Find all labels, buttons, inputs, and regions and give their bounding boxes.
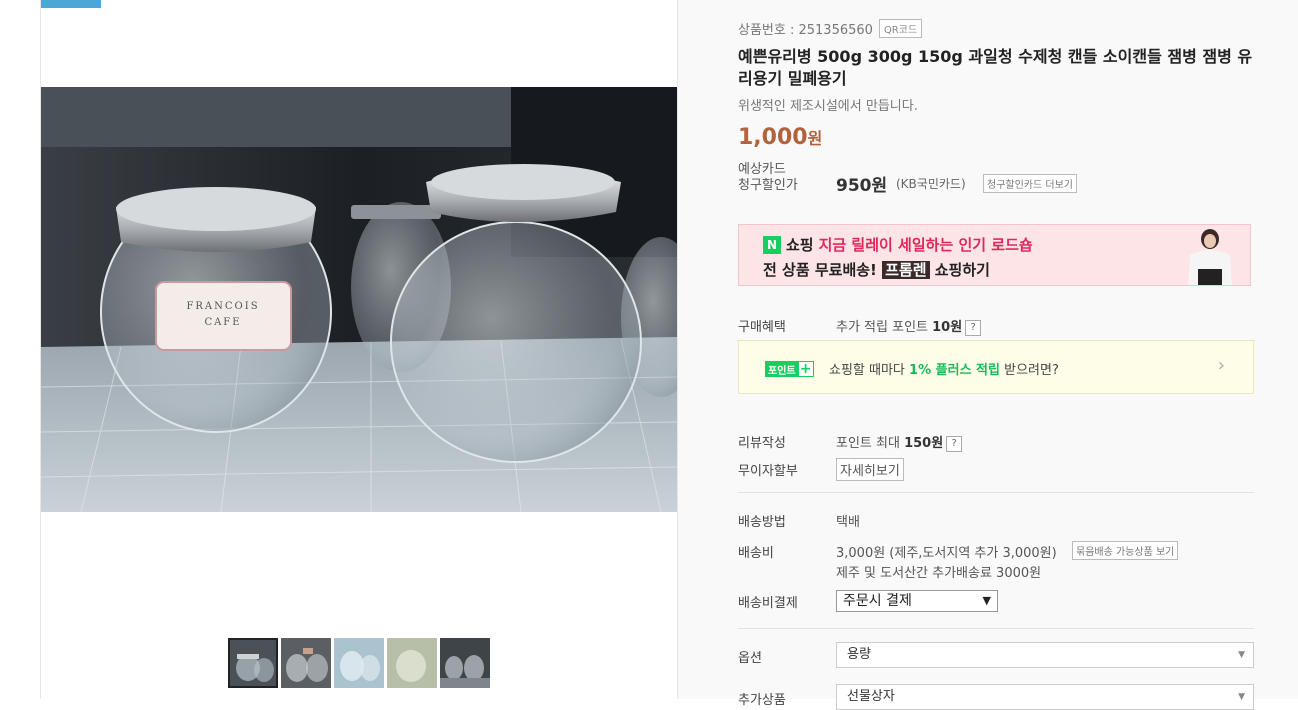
chevron-right-icon[interactable]: › [1218,355,1225,376]
svg-text:CAFE: CAFE [204,317,241,328]
product-image-panel: FRANCOIS CAFE [41,0,678,699]
banner-cta: 쇼핑하기 [929,261,990,279]
thumbnail-4[interactable] [387,638,437,688]
banner-shop-word: 쇼핑 [786,236,814,254]
left-gutter [0,0,41,699]
product-main-photo[interactable]: FRANCOIS CAFE [41,87,677,512]
shipping-fee-label: 배송비 [738,546,774,561]
addon-value: 선물상자 [847,689,895,704]
naver-n-icon: N [763,235,781,254]
banner-free-shipping: 전 상품 무료배송! [763,261,877,279]
promo-banner[interactable]: N 쇼핑 지금 릴레이 세일하는 인기 로드숍 전 상품 무료배송! 프롬렌 쇼… [738,224,1251,286]
benefit-help-icon[interactable]: ? [965,320,982,336]
dropdown-arrow-icon: ▼ [1238,650,1245,660]
addon-select[interactable]: 선물상자 ▼ [836,684,1254,710]
product-price: 1,000원 [738,125,822,150]
shipping-fee-note: 제주 및 도서산간 추가배송료 3000원 [836,566,1042,581]
banner-line-2: 전 상품 무료배송! 프롬렌 쇼핑하기 [763,259,990,280]
installment-detail-button[interactable]: 자세히보기 [836,458,904,481]
qr-code-button[interactable]: QR코드 [878,19,923,38]
banner-brand: 프롬렌 [882,261,930,279]
card-discount-label-1: 예상카드 [738,162,786,177]
banner-headline: 지금 릴레이 세일하는 인기 로드숍 [818,236,1033,254]
card-discount-label-2: 청구할인가 [738,178,798,193]
model-photo-icon [1150,225,1250,285]
banner-line-1: N 쇼핑 지금 릴레이 세일하는 인기 로드숍 [763,234,1033,255]
review-label: 리뷰작성 [738,436,786,451]
plus-icon: + [798,361,813,377]
product-id-row: 상품번호 : 251356560 QR코드 [738,19,923,38]
product-info-panel: 상품번호 : 251356560 QR코드 예쁜유리병 500g 300g 15… [678,0,1298,710]
price-unit: 원 [807,129,823,148]
point-plus-box[interactable]: 포인트 + 쇼핑할 때마다 1% 플러스 적립 받으려면? › [738,340,1254,394]
point-text: 쇼핑할 때마다 1% 플러스 적립 받으려면? [829,359,1059,378]
thumbnail-3[interactable] [334,638,384,688]
options-select[interactable]: 용량 ▼ [836,642,1254,668]
dropdown-arrow-icon: ▼ [1238,692,1245,702]
top-tab-indicator [41,0,101,8]
review-help-icon[interactable]: ? [946,436,963,452]
point-text-prefix: 쇼핑할 때마다 [829,363,905,378]
product-id: 상품번호 : 251356560 [738,23,873,38]
product-subtitle: 위생적인 제조시설에서 만듭니다. [738,99,918,114]
review-value-prefix: 포인트 최대 [836,436,900,451]
installment-label: 무이자할부 [738,464,798,479]
point-text-bold: 1% 플러스 적립 [909,363,1000,378]
section-divider [738,628,1254,629]
thumbnail-2[interactable] [281,638,331,688]
shipping-payment-select[interactable]: 주문시 결제 ▼ [836,590,998,612]
shipping-payment-label: 배송비결제 [738,596,798,611]
point-text-suffix: 받으려면? [1004,363,1059,378]
benefit-value-bold: 10원 [932,320,963,335]
glass-jars-photo: FRANCOIS CAFE [41,87,677,512]
review-value: 포인트 최대 150원? [836,432,963,452]
section-divider [738,492,1254,493]
card-discount-more-button[interactable]: 청구할인카드 더보기 [983,174,1077,193]
thumbnail-1[interactable] [228,638,278,688]
benefit-label: 구매혜택 [738,320,786,335]
card-discount-price: 950원 [836,176,888,196]
thumbnail-5[interactable] [440,638,490,688]
review-value-bold: 150원 [904,436,944,451]
shipping-fee-value: 3,000원 (제주,도서지역 추가 3,000원) [836,546,1057,561]
options-label: 옵션 [738,651,762,666]
card-name: (KB국민카드) [896,177,966,191]
point-badge-text: 포인트 [768,365,796,377]
thumbnail-strip [228,638,490,688]
options-value: 용량 [847,647,871,662]
card-discount-label: 예상카드 청구할인가 [738,162,818,194]
bundle-shipping-button[interactable]: 묶음배송 가능상품 보기 [1072,541,1179,560]
shipping-method-value: 택배 [836,515,860,530]
benefit-value-prefix: 추가 적립 포인트 [836,320,928,335]
product-title: 예쁜유리병 500g 300g 150g 과일청 수제청 캔들 소이캔들 잼병 … [738,47,1253,88]
shipping-payment-value: 주문시 결제 [843,593,912,609]
dropdown-arrow-icon: ▼ [982,594,991,607]
shipping-method-label: 배송방법 [738,515,786,530]
price-value: 1,000 [738,125,808,150]
benefit-value: 추가 적립 포인트 10원? [836,316,982,336]
jar-label-text: FRANCOIS [186,301,259,312]
point-badge: 포인트 + [765,361,814,377]
